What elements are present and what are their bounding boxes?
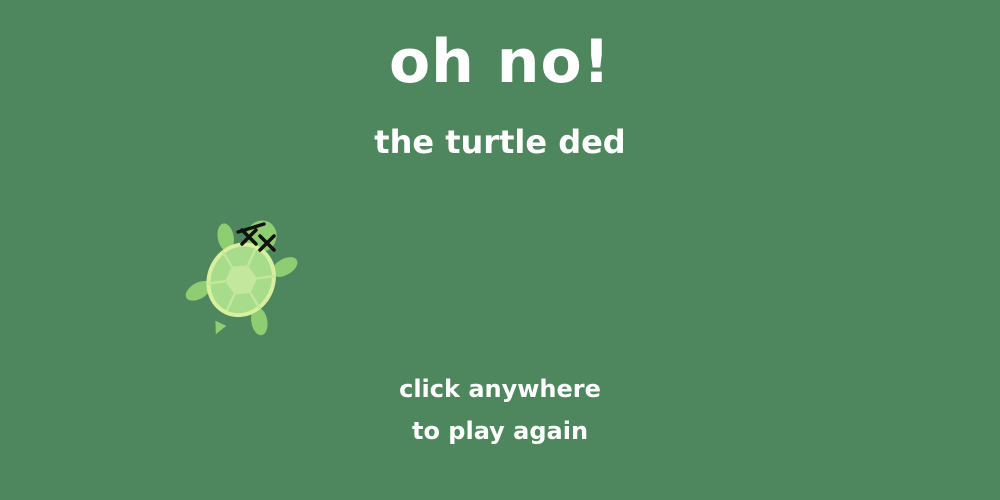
play-again-prompt[interactable]: click anywhere to play again — [0, 368, 1000, 452]
game-over-subtitle: the turtle ded — [374, 123, 626, 161]
play-again-line-2: to play again — [411, 417, 589, 445]
dead-turtle-icon — [185, 220, 298, 336]
play-again-line-1: click anywhere — [399, 375, 601, 403]
game-over-title: oh no! — [388, 27, 612, 97]
game-over-screen[interactable]: oh no! the turtle ded click anywhere to … — [0, 0, 1000, 500]
